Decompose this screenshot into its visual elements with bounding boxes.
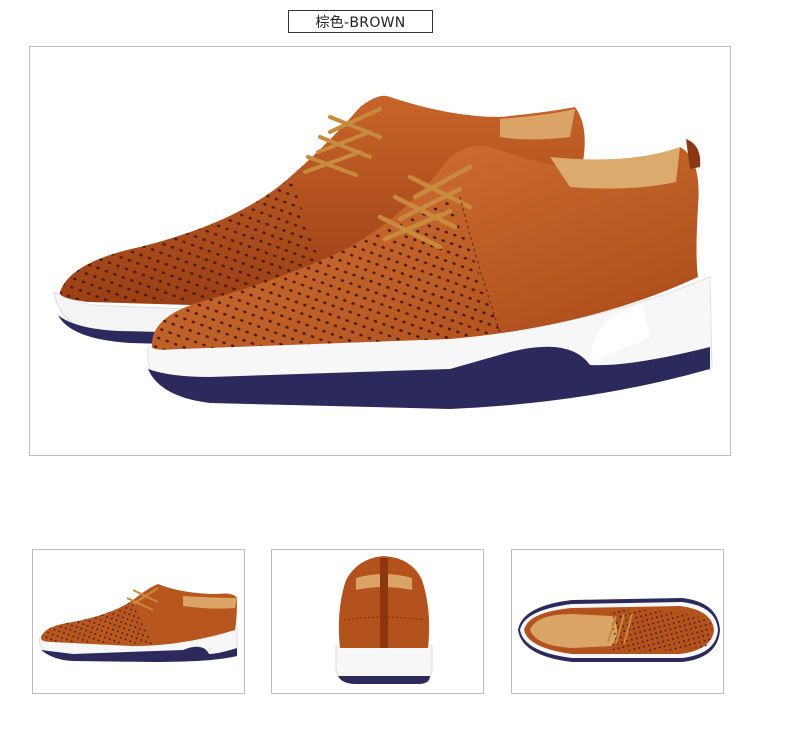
shoe-side-illustration [38, 584, 238, 662]
shoe-pair-illustration [53, 95, 713, 409]
shoe-heel-illustration [335, 556, 433, 684]
thumbnail-heel-back[interactable] [271, 549, 484, 694]
thumbnail-side-profile[interactable] [32, 549, 245, 694]
main-product-image[interactable] [29, 46, 731, 456]
shoe-top-illustration [518, 598, 720, 662]
thumbnail-top-down[interactable] [511, 549, 724, 694]
color-variant-label: 棕色-BROWN [288, 10, 433, 33]
